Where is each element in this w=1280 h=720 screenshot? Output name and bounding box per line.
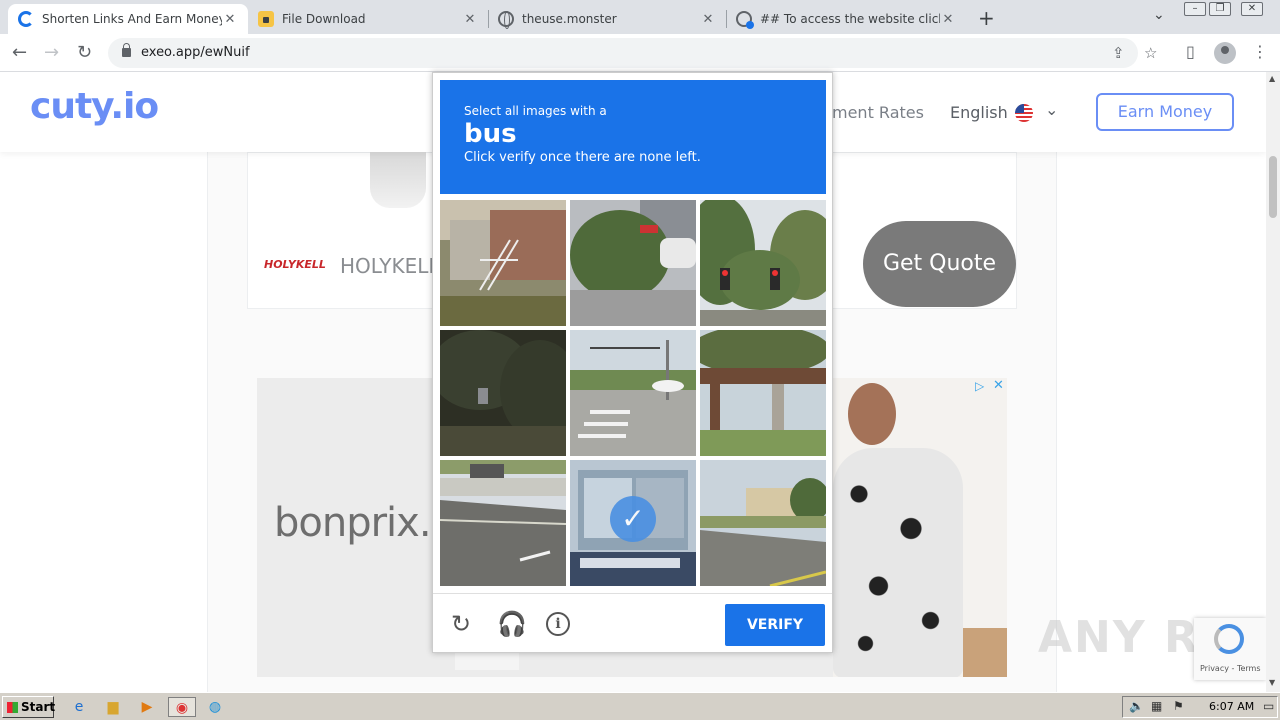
tab-close-icon[interactable]: ✕ <box>462 12 478 27</box>
captcha-tile[interactable] <box>440 460 566 586</box>
tab-title: Shorten Links And Earn Money | cuty <box>42 12 222 26</box>
captcha-grid: ✓ <box>440 200 826 586</box>
captcha-challenge: Select all images with a bus Click verif… <box>432 72 833 653</box>
start-label: Start <box>21 700 56 714</box>
chevron-down-icon[interactable]: ⌄ <box>1045 100 1058 119</box>
tab-title: ## To access the website click the "/ <box>760 12 940 26</box>
captcha-tile-bus[interactable]: ✓ <box>570 460 696 586</box>
captcha-tile[interactable] <box>570 200 696 326</box>
tab-title: theuse.monster <box>522 12 617 26</box>
system-tray: 🔈 ▦ ⚑ 6:07 AM ▭ <box>1122 696 1278 718</box>
tab-title: File Download <box>282 12 366 26</box>
new-tab-button[interactable]: + <box>978 6 995 30</box>
network-icon[interactable]: ▦ <box>1151 699 1162 713</box>
holykell-brand-text: HOLYKELL <box>340 254 440 278</box>
recaptcha-logo-icon <box>1214 624 1244 654</box>
chrome-icon[interactable]: ◉ <box>168 697 196 717</box>
recaptcha-badge[interactable]: Privacy - Terms <box>1194 618 1266 680</box>
adchoices-icon[interactable]: ▷ <box>975 379 984 393</box>
close-window-icon[interactable]: ✕ <box>1241 2 1263 16</box>
tab-close-icon[interactable]: ✕ <box>222 12 238 27</box>
model-dress <box>833 448 963 677</box>
start-button[interactable]: Start <box>2 696 56 718</box>
forward-icon[interactable]: → <box>44 42 59 63</box>
tab-strip: Shorten Links And Earn Money | cuty ✕ Fi… <box>0 0 1280 34</box>
folder-icon[interactable]: ▆ <box>102 697 124 717</box>
bookmark-star-icon[interactable]: ☆ <box>1144 44 1157 62</box>
ad-close-icon[interactable]: ✕ <box>993 378 1004 393</box>
edge-icon[interactable]: ◍ <box>204 697 226 717</box>
captcha-instruction: Select all images with a <box>464 104 607 118</box>
scroll-up-icon[interactable]: ▲ <box>1269 74 1275 83</box>
checkmark-icon: ✓ <box>610 496 656 542</box>
windows-taskbar: Start e ▆ ▶ ◉ ◍ 🔈 ▦ ⚑ 6:07 AM ▭ <box>0 692 1280 720</box>
captcha-tile[interactable] <box>570 330 696 456</box>
media-player-icon[interactable]: ▶ <box>136 697 158 717</box>
tab-theuse[interactable]: theuse.monster ✕ <box>488 4 726 34</box>
model-head <box>848 383 896 445</box>
restore-icon[interactable]: ❐ <box>1209 2 1231 16</box>
captcha-target: bus <box>464 119 517 149</box>
show-desktop-icon[interactable]: ▭ <box>1263 699 1274 713</box>
holykell-logo: HOLYKELL <box>264 258 326 271</box>
menu-kebab-icon[interactable]: ⋮ <box>1252 42 1268 61</box>
get-quote-button[interactable]: Get Quote <box>863 221 1016 307</box>
url-text: exeo.app/ewNuif <box>141 45 250 60</box>
reload-icon[interactable]: ↻ <box>77 42 92 63</box>
browser-toolbar: ← → ↻ exeo.app/ewNuif ⇪ ☆ ▯ ⋮ <box>0 34 1280 72</box>
side-panel-icon[interactable]: ▯ <box>1186 42 1195 61</box>
verify-button[interactable]: VERIFY <box>725 604 825 646</box>
reload-challenge-icon[interactable]: ↻ <box>451 610 471 638</box>
captcha-hint: Click verify once there are none left. <box>464 150 701 165</box>
scroll-down-icon[interactable]: ▼ <box>1269 678 1275 687</box>
ie-icon[interactable]: e <box>68 697 90 717</box>
us-flag-icon <box>1015 104 1033 122</box>
tab-file-download[interactable]: File Download ✕ <box>248 4 488 34</box>
captcha-footer: ↻ 🎧 i VERIFY <box>433 593 832 653</box>
audio-challenge-icon[interactable]: 🎧 <box>497 610 527 638</box>
windows-logo-icon <box>7 702 18 713</box>
clock: 6:07 AM <box>1209 700 1255 713</box>
ad-fragment <box>455 652 519 670</box>
recaptcha-badge-text[interactable]: Privacy - Terms <box>1200 664 1261 673</box>
captcha-header: Select all images with a bus Click verif… <box>440 80 826 194</box>
captcha-tile[interactable] <box>700 460 826 586</box>
flag-icon[interactable]: ⚑ <box>1173 699 1184 713</box>
tab-cuty[interactable]: Shorten Links And Earn Money | cuty ✕ <box>8 4 248 34</box>
info-icon[interactable]: i <box>546 612 570 636</box>
tab-close-icon[interactable]: ✕ <box>700 12 716 27</box>
lock-favicon-icon <box>258 11 274 27</box>
bonprix-logo: bonprix. <box>274 500 432 546</box>
captcha-tile[interactable] <box>700 200 826 326</box>
back-icon[interactable]: ← <box>12 42 27 63</box>
globe-icon <box>498 11 514 29</box>
share-icon[interactable]: ⇪ <box>1112 44 1125 62</box>
cuty-favicon-icon <box>18 11 34 27</box>
profile-avatar[interactable] <box>1214 42 1236 64</box>
language-selector[interactable]: English <box>950 103 1008 122</box>
volume-icon[interactable]: 🔈 <box>1129 699 1144 713</box>
globe-icon <box>736 11 754 29</box>
stool <box>963 628 1007 677</box>
minimize-icon[interactable]: – <box>1184 2 1206 16</box>
captcha-tile[interactable] <box>440 200 566 326</box>
lock-icon[interactable] <box>122 43 131 57</box>
site-logo[interactable]: cuty.io <box>30 86 159 127</box>
nav-payment-rates[interactable]: ment Rates <box>832 103 924 122</box>
scroll-thumb[interactable] <box>1269 156 1277 218</box>
tab-search-icon[interactable]: ⌄ <box>1153 7 1165 23</box>
address-bar[interactable]: exeo.app/ewNuif ⇪ ☆ <box>108 38 1157 68</box>
product-image <box>370 152 426 208</box>
tab-close-icon[interactable]: ✕ <box>940 12 956 27</box>
ad-model-image <box>833 378 1007 677</box>
captcha-tile[interactable] <box>440 330 566 456</box>
captcha-tile[interactable] <box>700 330 826 456</box>
page-scrollbar[interactable]: ▲ ▼ <box>1266 72 1280 692</box>
earn-money-button[interactable]: Earn Money <box>1096 93 1234 131</box>
tab-access-website[interactable]: ## To access the website click the "/ ✕ <box>726 4 966 34</box>
